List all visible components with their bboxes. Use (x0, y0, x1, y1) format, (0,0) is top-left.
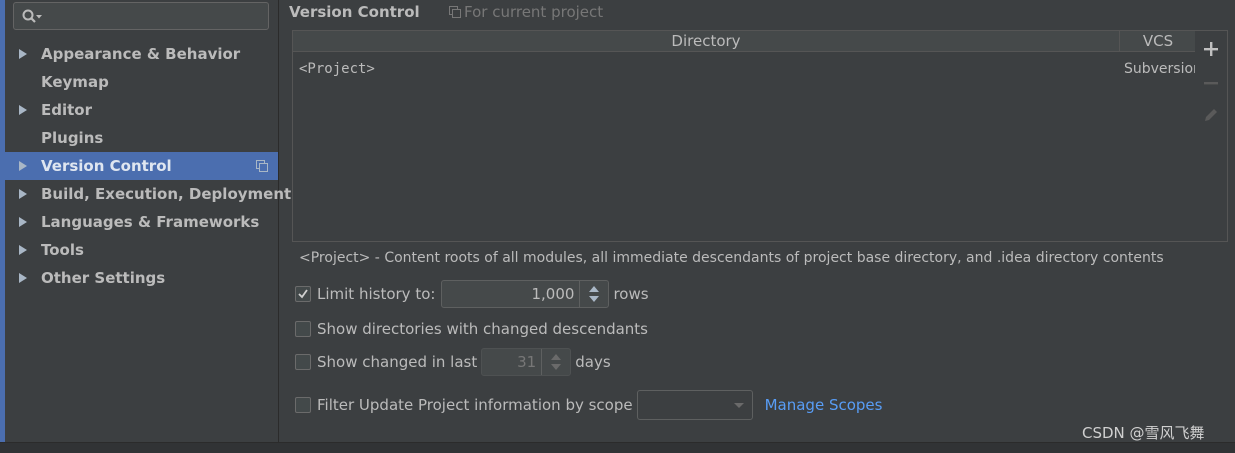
expand-arrow-icon[interactable] (19, 273, 27, 283)
sidebar-item-editor[interactable]: Editor (5, 96, 278, 124)
settings-sidebar: Appearance & Behavior Keymap Editor Plug… (5, 0, 291, 442)
column-header-directory[interactable]: Directory (293, 31, 1119, 51)
sidebar-item-label: Appearance & Behavior (41, 45, 241, 63)
show-changed-unit: days (575, 353, 611, 371)
page-title: Version Control (289, 3, 420, 21)
limit-history-unit: rows (613, 285, 649, 303)
stepper-buttons[interactable] (579, 281, 608, 307)
show-changed-checkbox[interactable] (295, 354, 311, 370)
show-changed-option: Show changed in last 31 days (295, 348, 611, 376)
expand-arrow-icon[interactable] (19, 105, 27, 115)
filter-update-option: Filter Update Project information by sco… (295, 390, 882, 420)
project-scope-icon (449, 6, 461, 18)
sidebar-item-languages[interactable]: Languages & Frameworks (5, 208, 278, 236)
vcs-cell: Subversion (1124, 61, 1195, 77)
directory-cell: <Project> (299, 61, 375, 77)
mappings-toolbar (1195, 30, 1228, 242)
project-scope-icon (256, 160, 268, 172)
scope-select[interactable] (636, 390, 753, 420)
checkmark-icon (298, 289, 308, 299)
sidebar-item-label: Languages & Frameworks (41, 213, 260, 231)
show-dirs-option: Show directories with changed descendant… (295, 319, 648, 338)
expand-arrow-icon[interactable] (19, 245, 27, 255)
sidebar-item-keymap[interactable]: Keymap (5, 68, 278, 96)
expand-arrow-icon[interactable] (19, 189, 27, 199)
scope-hint-text: For current project (464, 3, 604, 21)
sidebar-item-label: Version Control (41, 157, 172, 175)
show-changed-stepper[interactable]: 31 (481, 348, 572, 376)
manage-scopes-link[interactable]: Manage Scopes (765, 396, 883, 414)
search-input[interactable] (13, 2, 269, 30)
mapping-description: <Project> - Content roots of all modules… (299, 250, 1164, 266)
stepper-up-icon[interactable] (589, 286, 600, 292)
show-dirs-checkbox[interactable] (295, 320, 311, 337)
limit-history-stepper[interactable]: 1,000 (441, 280, 610, 308)
show-dirs-label: Show directories with changed descendant… (317, 319, 648, 338)
sidebar-item-plugins[interactable]: Plugins (5, 124, 278, 152)
watermark: CSDN @雪风飞舞 (1082, 424, 1205, 442)
sidebar-item-tools[interactable]: Tools (5, 236, 278, 264)
add-icon[interactable] (1203, 41, 1219, 57)
table-row[interactable]: <Project> Subversion (293, 53, 1195, 89)
sidebar-item-appearance[interactable]: Appearance & Behavior (5, 40, 278, 68)
settings-nav: Appearance & Behavior Keymap Editor Plug… (5, 40, 291, 292)
sidebar-item-label: Editor (41, 101, 92, 119)
sidebar-item-label: Keymap (41, 73, 109, 91)
stepper-buttons[interactable] (541, 349, 570, 375)
sidebar-item-version-control[interactable]: Version Control (5, 152, 278, 180)
remove-icon[interactable] (1203, 75, 1219, 91)
expand-arrow-icon[interactable] (19, 161, 27, 171)
limit-history-option: Limit history to: 1,000 rows (295, 280, 649, 308)
edit-icon[interactable] (1203, 107, 1219, 123)
limit-history-label: Limit history to: (317, 285, 436, 303)
chevron-down-icon[interactable] (733, 403, 744, 408)
stepper-up-icon[interactable] (551, 354, 562, 360)
filter-update-checkbox[interactable] (295, 397, 311, 413)
sidebar-item-build[interactable]: Build, Execution, Deployment (5, 180, 291, 208)
sidebar-item-label: Plugins (41, 129, 104, 147)
expand-arrow-icon[interactable] (19, 49, 27, 59)
expand-arrow-icon[interactable] (19, 217, 27, 227)
sidebar-item-label: Other Settings (41, 269, 166, 287)
show-changed-label: Show changed in last (317, 353, 478, 371)
vcs-mappings-table[interactable]: Directory VCS <Project> Subversion (292, 30, 1196, 242)
version-control-panel: Version Control For current project Dire… (279, 0, 1235, 442)
bottom-bar (0, 442, 1235, 453)
column-header-vcs[interactable]: VCS (1119, 31, 1196, 51)
stepper-down-icon[interactable] (551, 364, 562, 370)
stepper-down-icon[interactable] (589, 296, 600, 302)
table-header: Directory VCS (293, 31, 1195, 52)
limit-history-value: 1,000 (531, 285, 575, 303)
limit-history-checkbox[interactable] (295, 286, 311, 302)
sidebar-item-label: Build, Execution, Deployment (41, 185, 292, 203)
sidebar-item-label: Tools (41, 241, 84, 259)
show-changed-value: 31 (517, 353, 537, 371)
sidebar-item-other-settings[interactable]: Other Settings (5, 264, 278, 292)
scope-hint: For current project (449, 3, 603, 21)
filter-update-label: Filter Update Project information by sco… (317, 396, 633, 414)
search-icon (22, 9, 42, 23)
